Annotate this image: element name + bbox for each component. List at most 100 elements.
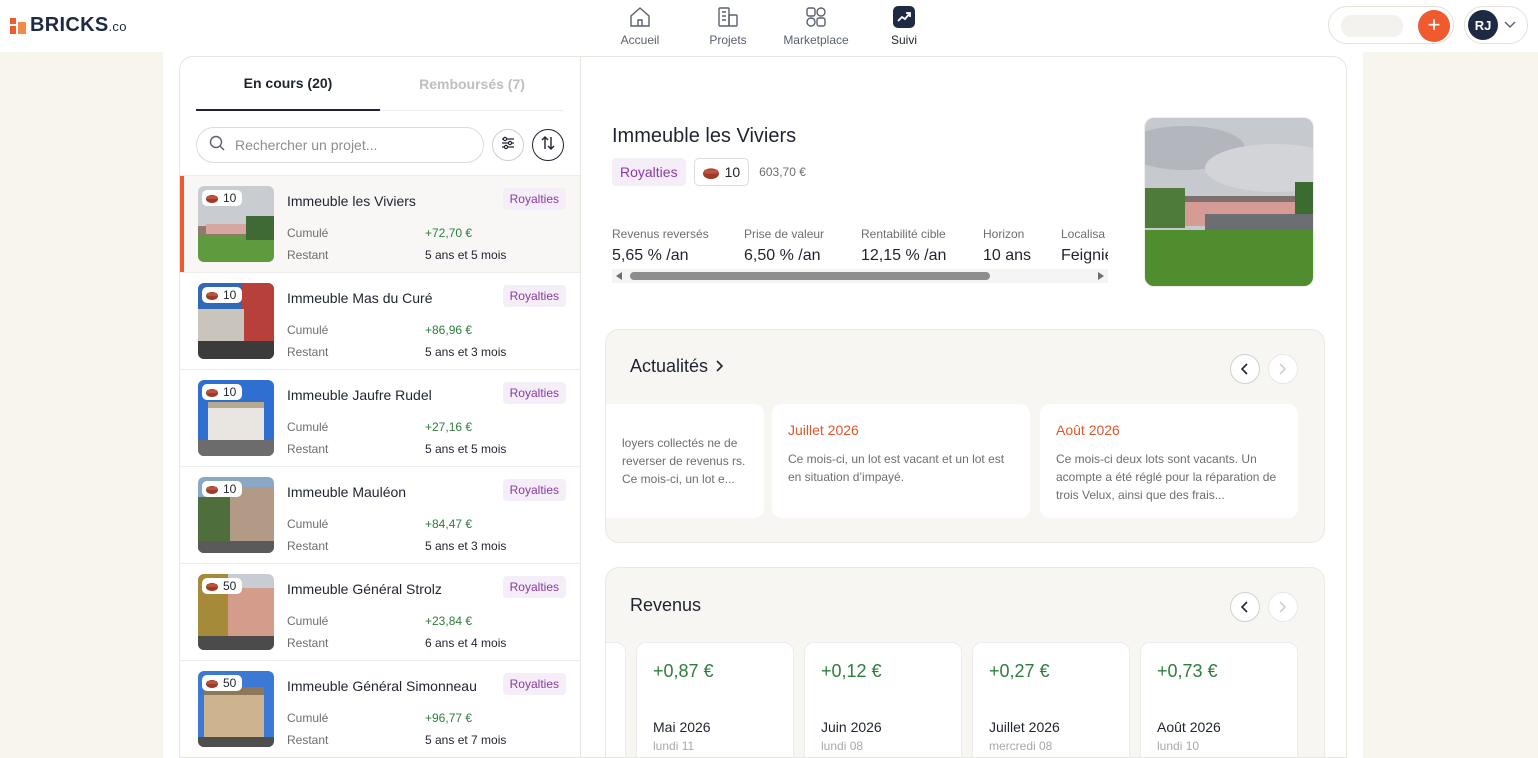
project-title: Immeuble Général Strolz xyxy=(287,581,442,597)
chevron-left-icon xyxy=(1241,363,1248,375)
news-prev-button[interactable] xyxy=(1230,354,1260,384)
scrollbar-thumb[interactable] xyxy=(630,272,990,280)
news-next-button[interactable] xyxy=(1268,354,1298,384)
royalties-badge: Royalties xyxy=(502,285,566,307)
project-title: Immeuble les Viviers xyxy=(287,193,416,209)
remaining-value: 5 ans et 3 mois xyxy=(425,345,507,359)
project-thumbnail: 10 xyxy=(198,477,274,553)
nav-marketplace[interactable]: Marketplace xyxy=(772,0,860,52)
list-item[interactable]: 50 Immeuble Général Simonneau Royalties … xyxy=(180,660,580,757)
project-thumbnail: 10 xyxy=(198,380,274,456)
wallet-pill[interactable]: + xyxy=(1328,6,1454,44)
revenue-card[interactable]: +0,27 € Juillet 2026 mercredi 08 xyxy=(972,642,1130,757)
top-bar: BRICKS.co Accueil Projets Marketplace Su… xyxy=(0,0,1538,52)
trend-icon xyxy=(893,6,915,28)
home-icon xyxy=(627,4,653,30)
project-thumbnail: 50 xyxy=(198,671,274,747)
revenus-section: Revenus +0,87 € Mai 2026 lundi 11 +0,12 … xyxy=(605,567,1325,757)
search-input[interactable] xyxy=(235,137,455,153)
tab-rembourses[interactable]: Remboursés (7) xyxy=(380,57,564,111)
news-card[interactable]: Juillet 2026 Ce mois-ci, un lot est vaca… xyxy=(772,404,1030,518)
royalties-badge: Royalties xyxy=(502,673,566,695)
project-list-panel: En cours (20) Remboursés (7) Rechercher … xyxy=(179,56,581,758)
cumul-value: +23,84 € xyxy=(425,614,473,628)
project-thumbnail: 10 xyxy=(198,186,274,262)
cumul-label: Cumulé xyxy=(287,323,329,337)
nav-marketplace-label: Marketplace xyxy=(783,33,849,47)
filter-button[interactable] xyxy=(492,129,524,161)
scroll-right-arrow-icon[interactable] xyxy=(1098,272,1104,280)
wallet-placeholder xyxy=(1341,15,1403,37)
user-menu[interactable]: RJ xyxy=(1464,6,1528,44)
news-card[interactable]: Août 2026 Ce mois-ci deux lots sont vaca… xyxy=(1040,404,1298,518)
sliders-icon xyxy=(500,135,516,156)
marketplace-icon xyxy=(803,4,829,30)
brick-count-badge: 50 xyxy=(202,578,243,594)
brick-icon xyxy=(206,485,218,494)
project-list: 10 Immeuble les Viviers Royalties Cumulé… xyxy=(180,175,580,757)
avatar: RJ xyxy=(1468,10,1498,40)
project-photo xyxy=(1144,117,1314,287)
revenus-title: Revenus xyxy=(630,595,702,615)
list-item[interactable]: 10 Immeuble les Viviers Royalties Cumulé… xyxy=(180,175,580,273)
remaining-label: Restant xyxy=(287,248,329,262)
list-item[interactable]: 10 Immeuble Mas du Curé Royalties Cumulé… xyxy=(180,272,580,369)
remaining-label: Restant xyxy=(287,345,329,359)
nav-projets-label: Projets xyxy=(709,33,747,47)
cumul-label: Cumulé xyxy=(287,711,329,725)
remaining-label: Restant xyxy=(287,539,329,553)
list-item[interactable]: 10 Immeuble Jaufre Rudel Royalties Cumul… xyxy=(180,369,580,466)
brick-count-badge: 10 xyxy=(202,190,243,206)
royalties-badge: Royalties xyxy=(612,158,686,186)
tab-en-cours[interactable]: En cours (20) xyxy=(196,57,380,111)
chevron-left-icon xyxy=(1241,601,1248,613)
scroll-left-arrow-icon[interactable] xyxy=(616,272,622,280)
project-title: Immeuble Jaufre Rudel xyxy=(287,387,432,403)
news-card[interactable]: loyers collectés ne de reverser de reven… xyxy=(606,404,764,518)
project-thumbnail: 50 xyxy=(198,574,274,650)
project-tabs: En cours (20) Remboursés (7) xyxy=(196,57,564,111)
brick-count-badge: 10 xyxy=(202,481,243,497)
nav-accueil[interactable]: Accueil xyxy=(596,0,684,52)
brick-count-badge: 10 xyxy=(693,158,750,186)
remaining-value: 5 ans et 7 mois xyxy=(425,733,507,747)
project-title: Immeuble Mauléon xyxy=(287,484,407,500)
investment-amount: 603,70 € xyxy=(759,165,806,179)
project-detail-title: Immeuble les Viviers xyxy=(612,125,797,147)
list-item[interactable]: 50 Immeuble Général Strolz Royalties Cum… xyxy=(180,563,580,660)
project-title: Immeuble Général Simonneau xyxy=(287,678,477,694)
brick-count-badge: 50 xyxy=(202,675,243,691)
project-title: Immeuble Mas du Curé xyxy=(287,290,433,306)
search-icon xyxy=(209,135,225,156)
add-funds-button[interactable]: + xyxy=(1418,10,1450,42)
revenus-next-button[interactable] xyxy=(1268,592,1298,622)
revenue-card[interactable]: +0,73 € Août 2026 lundi 10 xyxy=(1140,642,1298,757)
brick-icon xyxy=(206,291,218,300)
news-title[interactable]: Actualités xyxy=(630,356,724,377)
brick-icon xyxy=(206,679,218,688)
revenue-card[interactable]: +0,87 € Mai 2026 lundi 11 xyxy=(636,642,794,757)
nav-suivi-label: Suivi xyxy=(890,33,917,47)
stats-scrollbar[interactable] xyxy=(612,269,1108,283)
project-detail-tags: Royalties 10 603,70 € xyxy=(612,158,806,186)
royalties-badge: Royalties xyxy=(502,188,566,210)
revenue-card[interactable]: +0,12 € Juin 2026 lundi 08 xyxy=(804,642,962,757)
nav-projets[interactable]: Projets xyxy=(684,0,772,52)
cumul-label: Cumulé xyxy=(287,226,329,240)
brick-count-badge: 10 xyxy=(202,287,243,303)
chevron-down-icon xyxy=(1504,18,1516,32)
nav-suivi[interactable]: Suivi xyxy=(860,0,948,52)
revenue-card-partial xyxy=(606,642,626,757)
search-box[interactable] xyxy=(196,127,484,163)
remaining-value: 5 ans et 5 mois xyxy=(425,248,507,262)
list-item[interactable]: 10 Immeuble Mauléon Royalties Cumulé +84… xyxy=(180,466,580,563)
remaining-value: 5 ans et 3 mois xyxy=(425,539,507,553)
cumul-value: +84,47 € xyxy=(425,517,473,531)
cumul-value: +86,96 € xyxy=(425,323,473,337)
chevron-right-icon xyxy=(1279,601,1287,613)
revenus-prev-button[interactable] xyxy=(1230,592,1260,622)
cumul-label: Cumulé xyxy=(287,517,329,531)
bricks-logo[interactable]: BRICKS.co xyxy=(10,14,127,37)
sort-button[interactable] xyxy=(532,129,564,161)
remaining-value: 6 ans et 4 mois xyxy=(425,636,507,650)
